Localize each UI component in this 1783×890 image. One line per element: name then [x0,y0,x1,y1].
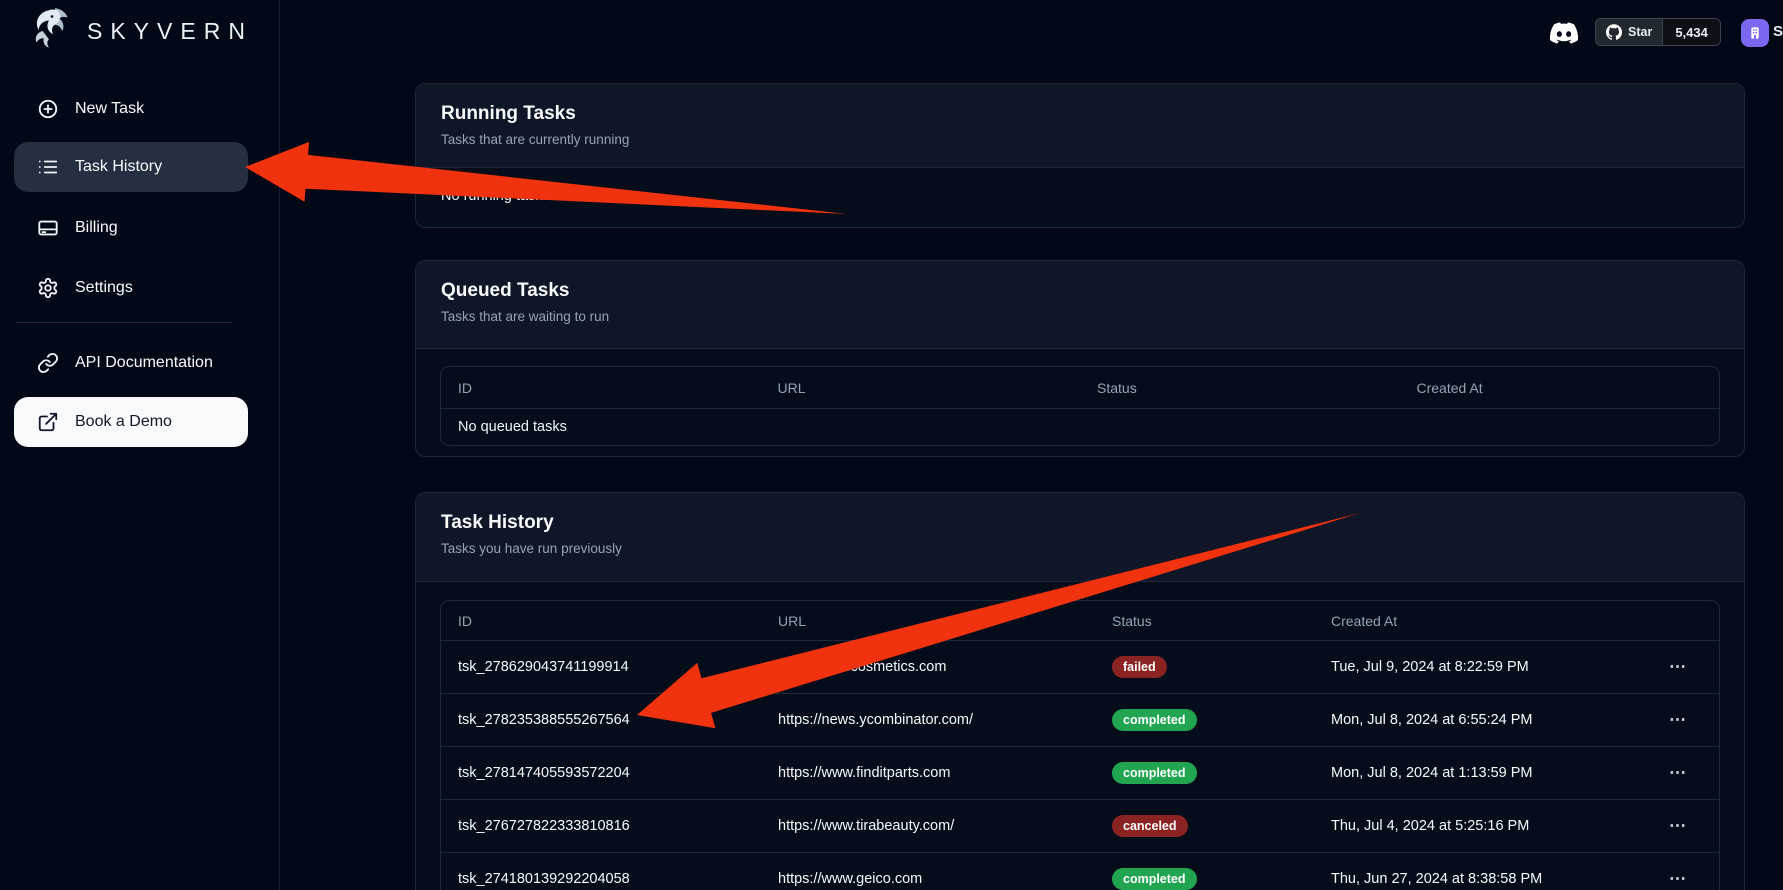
sidebar-item-label: New Task [75,100,144,118]
cell-task-id: tsk_276727822333810816 [441,818,761,834]
link-icon [37,352,59,374]
status-badge: completed [1112,762,1197,784]
cell-task-url: https://www.finditparts.com [761,765,1095,781]
table-row[interactable]: tsk_276727822333810816 https://www.tirab… [441,799,1719,852]
sidebar-item-label: Book a Demo [75,413,172,431]
sidebar-item-api-documentation[interactable]: API Documentation [14,338,248,388]
history-table-body: tsk_278629043741199914 https://tartecosm… [441,640,1719,890]
running-tasks-empty-text: No running tasks [416,168,1744,224]
card-title: Task History [441,512,1719,534]
github-star-label: Star [1628,25,1652,39]
running-tasks-header: Running Tasks Tasks that are currently r… [416,84,1744,168]
brand-name: SKYVERN [87,18,253,45]
queued-tasks-header: Queued Tasks Tasks that are waiting to r… [416,261,1744,349]
credit-card-icon [37,217,59,239]
row-actions-ellipsis-button[interactable]: ⋯ [1663,816,1719,836]
plus-circle-icon [37,98,59,120]
brand-logo[interactable]: SKYVERN [24,4,253,58]
discord-icon[interactable] [1550,19,1578,47]
queued-tasks-table: ID URL Status Created At No queued tasks [440,366,1720,446]
sidebar-item-settings[interactable]: Settings [14,263,248,313]
row-actions-ellipsis-button[interactable]: ⋯ [1663,763,1719,783]
row-actions-ellipsis-button[interactable]: ⋯ [1663,657,1719,677]
app-root: SKYVERN New Task Task History Billing [0,0,1783,890]
table-row[interactable]: tsk_274180139292204058 https://www.geico… [441,852,1719,890]
column-header-created-at: Created At [1314,613,1663,629]
cell-created-at: Mon, Jul 8, 2024 at 6:55:24 PM [1314,712,1663,728]
cell-task-url: https://tartecosmetics.com [761,659,1095,675]
column-header-status: Status [1095,613,1314,629]
queued-tasks-card: Queued Tasks Tasks that are waiting to r… [415,260,1745,457]
sidebar-item-new-task[interactable]: New Task [14,84,248,134]
table-row[interactable]: tsk_278235388555267564 https://news.ycom… [441,693,1719,746]
task-history-card: Task History Tasks you have run previous… [415,492,1745,890]
sidebar-item-billing[interactable]: Billing [14,203,248,253]
sidebar-item-book-a-demo[interactable]: Book a Demo [14,397,248,447]
column-header-url: URL [761,380,1081,396]
card-subtitle: Tasks you have run previously [441,541,1719,556]
card-title: Running Tasks [441,103,1719,125]
cell-created-at: Mon, Jul 8, 2024 at 1:13:59 PM [1314,765,1663,781]
cell-task-status: completed [1095,868,1314,890]
column-header-status: Status [1080,380,1400,396]
status-badge: canceled [1112,815,1188,837]
cell-task-id: tsk_278235388555267564 [441,712,761,728]
card-title: Queued Tasks [441,280,1719,302]
cell-task-id: tsk_278147405593572204 [441,765,761,781]
github-icon [1606,24,1622,40]
sidebar-divider [16,322,232,323]
cell-task-url: https://news.ycombinator.com/ [761,712,1095,728]
cell-task-status: failed [1095,656,1314,678]
cell-task-id: tsk_274180139292204058 [441,871,761,887]
column-header-created-at: Created At [1400,380,1720,396]
task-history-header: Task History Tasks you have run previous… [416,493,1744,582]
list-icon [37,156,59,178]
cell-task-url: https://www.geico.com [761,871,1095,887]
sidebar-item-label: API Documentation [75,354,213,372]
sidebar-item-label: Task History [75,158,162,176]
card-subtitle: Tasks that are currently running [441,132,1719,147]
cell-task-status: completed [1095,762,1314,784]
cell-created-at: Thu, Jul 4, 2024 at 5:25:16 PM [1314,818,1663,834]
profile-avatar[interactable] [1741,19,1769,47]
sidebar: SKYVERN New Task Task History Billing [0,0,280,890]
profile-name-clipped[interactable]: Sh [1773,23,1783,43]
sidebar-item-label: Billing [75,219,118,237]
cell-task-status: canceled [1095,815,1314,837]
cell-created-at: Thu, Jun 27, 2024 at 8:38:58 PM [1314,871,1663,887]
queued-tasks-empty-text: No queued tasks [441,408,1719,445]
organization-building-icon [1747,25,1763,41]
status-badge: completed [1112,709,1197,731]
github-star-segment: Star [1596,19,1662,45]
cell-task-id: tsk_278629043741199914 [441,659,761,675]
cell-task-status: completed [1095,709,1314,731]
table-header-row: ID URL Status Created At [441,601,1719,640]
task-history-table: ID URL Status Created At tsk_27862904374… [440,600,1720,890]
status-badge: failed [1112,656,1167,678]
column-header-id: ID [441,613,761,629]
cell-task-url: https://www.tirabeauty.com/ [761,818,1095,834]
row-actions-ellipsis-button[interactable]: ⋯ [1663,710,1719,730]
cell-created-at: Tue, Jul 9, 2024 at 8:22:59 PM [1314,659,1663,675]
table-row[interactable]: tsk_278147405593572204 https://www.findi… [441,746,1719,799]
github-star-button[interactable]: Star 5,434 [1595,18,1721,46]
sidebar-item-task-history[interactable]: Task History [14,142,248,192]
column-header-id: ID [441,380,761,396]
github-star-count: 5,434 [1662,19,1720,45]
table-header-row: ID URL Status Created At [441,367,1719,408]
row-actions-ellipsis-button[interactable]: ⋯ [1663,869,1719,889]
external-link-icon [37,411,59,433]
running-tasks-card: Running Tasks Tasks that are currently r… [415,83,1745,228]
skyvern-dragon-icon [24,4,78,58]
status-badge: completed [1112,868,1197,890]
card-subtitle: Tasks that are waiting to run [441,309,1719,324]
column-header-url: URL [761,613,1095,629]
gear-icon [37,277,59,299]
sidebar-item-label: Settings [75,279,133,297]
table-row[interactable]: tsk_278629043741199914 https://tartecosm… [441,640,1719,693]
